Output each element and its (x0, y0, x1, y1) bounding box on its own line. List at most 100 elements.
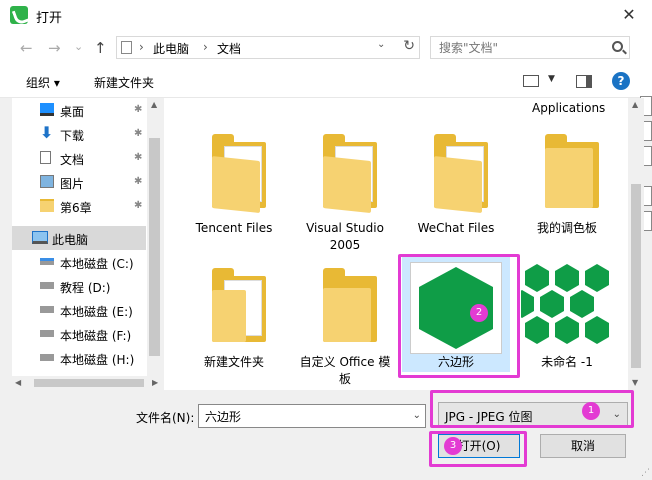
title-bar: 打开 ✕ (0, 0, 652, 30)
pin-icon[interactable]: ✱ (134, 176, 142, 187)
chevron-down-icon[interactable]: ⌄ (413, 410, 421, 421)
folder-wechat-files[interactable]: WeChat Files (406, 128, 506, 258)
sidebar-item-chapter6[interactable]: 第6章 ✱ (12, 194, 146, 218)
chevron-down-icon[interactable]: ⌄ (377, 39, 385, 50)
document-icon (40, 151, 51, 164)
step-badge-2: 2 (470, 304, 488, 322)
folder-icon (323, 134, 379, 214)
search-box (430, 36, 630, 59)
back-icon[interactable]: ← (20, 39, 33, 57)
highlight-box-2 (398, 254, 520, 378)
breadcrumb-this-pc[interactable]: 此电脑 (153, 40, 189, 57)
sidebar-item-label: 本地磁盘 (C:) (60, 257, 134, 271)
resize-grip-icon[interactable]: ⋰ (641, 468, 650, 478)
sidebar-item-label: 下载 (60, 129, 85, 143)
sidebar-item-label: 本地磁盘 (H:) (60, 353, 135, 367)
horizontal-scrollbar-thumb[interactable] (34, 379, 144, 387)
sidebar-item-label: 文档 (60, 153, 85, 167)
sidebar-item-label: 图片 (60, 177, 85, 191)
sidebar-item-label: 此电脑 (52, 233, 89, 247)
drive-icon (40, 354, 54, 361)
sidebar-scrollbar-thumb[interactable] (149, 138, 160, 356)
drive-icon (40, 306, 54, 313)
file-list: Applications Tencent Files Visual Studio… (164, 98, 628, 390)
download-icon: ⬇ (40, 123, 54, 142)
help-icon[interactable]: ? (612, 72, 630, 90)
filename-label: 文件名(N): (136, 411, 195, 425)
folder-icon (40, 199, 54, 212)
forward-icon[interactable]: → (48, 39, 61, 57)
sidebar-item-drive-d[interactable]: 教程 (D:) (12, 274, 146, 298)
tile-label: Visual Studio 2005 (306, 221, 384, 252)
sidebar-item-drive-h[interactable]: 本地磁盘 (H:) (12, 346, 146, 370)
tile-label: 新建文件夹 (203, 355, 264, 369)
tile-label: WeChat Files (417, 221, 495, 235)
sidebar-item-label: 桌面 (60, 105, 85, 119)
address-bar[interactable]: › 此电脑 › 文档 ⌄ ↻ (116, 36, 420, 59)
pin-icon[interactable]: ✱ (134, 104, 142, 115)
computer-icon (32, 231, 48, 244)
pin-icon[interactable]: ✱ (134, 152, 142, 163)
sidebar-item-documents[interactable]: 文档 ✱ (12, 146, 146, 170)
sidebar-item-pictures[interactable]: 图片 ✱ (12, 170, 146, 194)
tile-label: 自定义 Office 模板 (299, 355, 391, 386)
sidebar-item-drive-c[interactable]: 本地磁盘 (C:) (12, 250, 146, 274)
up-icon[interactable]: ↑ (94, 39, 107, 57)
sidebar-item-label: 第6章 (60, 201, 92, 215)
pin-icon[interactable]: ✱ (134, 128, 142, 139)
cancel-button[interactable]: 取消 (540, 434, 626, 458)
folder-new-folder[interactable]: 新建文件夹 (184, 256, 284, 384)
folder-icon (212, 134, 268, 214)
search-input[interactable] (431, 37, 609, 58)
pin-icon[interactable]: ✱ (134, 200, 142, 211)
sidebar-item-drive-e[interactable]: 本地磁盘 (E:) (12, 298, 146, 322)
navigation-pane: 桌面 ✱ ⬇ 下载 ✱ 文档 ✱ 图片 ✱ 第6章 ✱ 此电脑 本地磁盘 (C:… (12, 98, 162, 390)
organize-button[interactable]: 组织 ▾ (26, 74, 60, 91)
view-icon[interactable] (523, 75, 539, 87)
folder-icon (323, 268, 379, 342)
folder-custom-office-templates[interactable]: 自定义 Office 模板 (295, 256, 395, 386)
view-chevron-icon[interactable]: ▼ (548, 74, 555, 84)
step-badge-1: 1 (582, 402, 600, 420)
breadcrumb-documents[interactable]: 文档 (217, 40, 241, 57)
breadcrumb-separator: › (139, 40, 144, 54)
folder-my-palette[interactable]: 我的调色板 (517, 128, 617, 258)
window-title: 打开 (36, 11, 63, 26)
refresh-icon[interactable]: ↻ (403, 38, 415, 54)
drive-icon (40, 330, 54, 337)
recent-locations-icon[interactable]: ⌄ (74, 40, 83, 53)
location-icon (121, 41, 132, 54)
sidebar-item-this-pc[interactable]: 此电脑 (12, 226, 146, 250)
folder-icon (212, 268, 268, 342)
image-untitled-1[interactable]: 未命名 -1 (517, 256, 617, 384)
search-icon[interactable] (612, 41, 623, 52)
picture-icon (40, 175, 54, 188)
app-icon (10, 6, 28, 24)
sidebar-item-drive-f[interactable]: 本地磁盘 (F:) (12, 322, 146, 346)
file-list-scrollbar[interactable]: ▲ ▼ (628, 98, 644, 390)
new-folder-button[interactable]: 新建文件夹 (94, 74, 154, 91)
hexagon-pattern-thumbnail (521, 260, 613, 352)
highlight-box-1 (430, 390, 634, 428)
drive-icon (40, 282, 54, 289)
filename-input[interactable]: 六边形 ⌄ (198, 404, 426, 428)
preview-pane-icon[interactable] (576, 75, 592, 88)
sidebar-item-label: 本地磁盘 (F:) (60, 329, 132, 343)
filename-value: 六边形 (205, 410, 242, 424)
tile-label: 我的调色板 (536, 221, 597, 235)
folder-visual-studio-2005[interactable]: Visual Studio 2005 (295, 128, 395, 258)
sidebar-scrollbar[interactable]: ▲ (147, 98, 162, 390)
partial-item-label[interactable]: Applications (532, 101, 605, 115)
sidebar-item-desktop[interactable]: 桌面 ✱ (12, 98, 146, 122)
sidebar-horizontal-scrollbar[interactable]: ◀ ▶ (12, 376, 162, 390)
desktop-icon (40, 103, 54, 116)
sidebar-item-label: 本地磁盘 (E:) (60, 305, 133, 319)
folder-tencent-files[interactable]: Tencent Files (184, 128, 284, 258)
file-list-scrollbar-thumb[interactable] (631, 184, 641, 368)
folder-icon (434, 134, 490, 214)
drive-icon (40, 258, 54, 265)
sidebar-item-downloads[interactable]: ⬇ 下载 ✱ (12, 122, 146, 146)
tile-label: Tencent Files (195, 221, 273, 235)
close-button[interactable]: ✕ (606, 0, 652, 30)
sidebar-item-label: 教程 (D:) (60, 281, 111, 295)
